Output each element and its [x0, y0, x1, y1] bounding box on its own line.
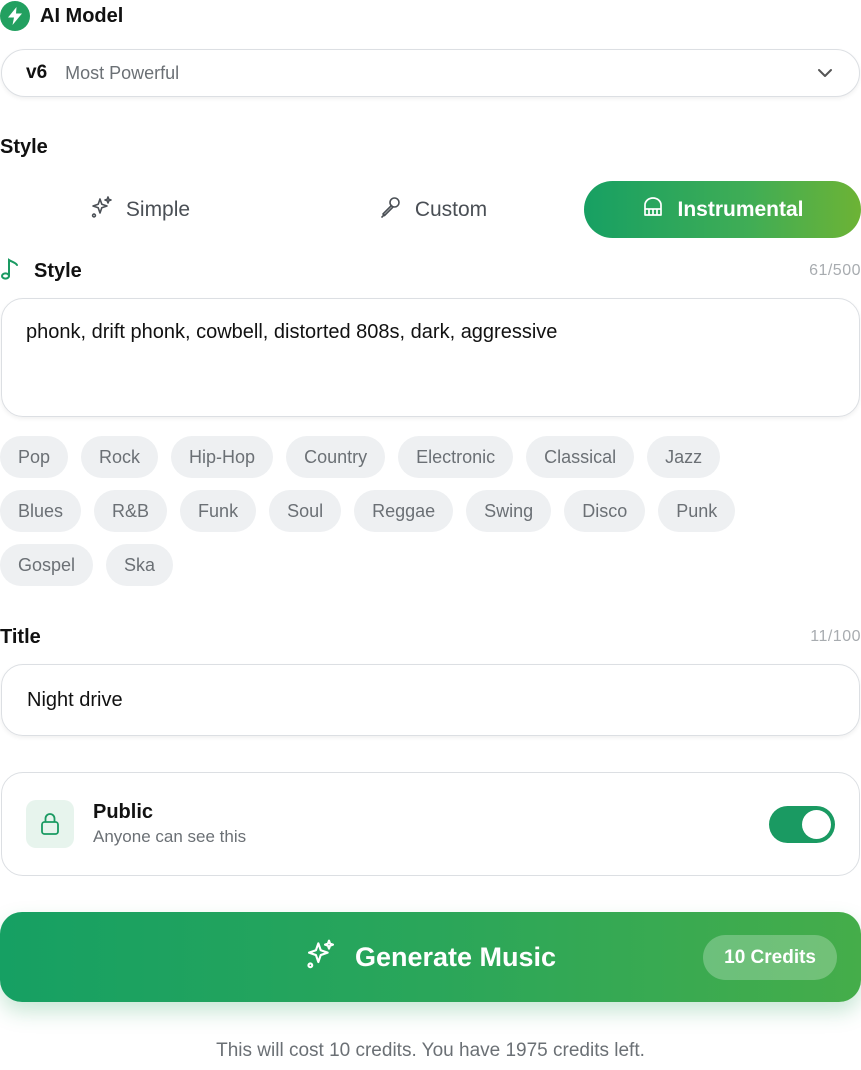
genre-row-1: Pop Rock Hip-Hop Country Electronic Clas… — [0, 436, 721, 478]
genre-chip[interactable]: Jazz — [647, 436, 721, 478]
ai-model-header: AI Model — [0, 1, 124, 31]
generate-music-button[interactable]: Generate Music 10 Credits — [0, 912, 861, 1002]
tab-instrumental[interactable]: Instrumental — [584, 181, 861, 238]
genre-chip[interactable]: Reggae — [354, 490, 454, 532]
style-field-label: Style — [34, 259, 82, 282]
tab-custom-label: Custom — [414, 197, 488, 221]
style-textarea[interactable]: phonk, drift phonk, cowbell, distorted 8… — [1, 298, 860, 417]
genre-chip[interactable]: Rock — [81, 436, 159, 478]
style-char-counter: 61/500 — [809, 262, 861, 279]
genre-row-2: Blues R&B Funk Soul Reggae Swing Disco P… — [0, 490, 736, 532]
genre-chip[interactable]: Classical — [526, 436, 635, 478]
tab-simple[interactable]: Simple — [0, 181, 280, 238]
model-description: Most Powerful — [65, 62, 180, 83]
title-input-value: Night drive — [27, 688, 123, 711]
genre-chip[interactable]: Disco — [564, 490, 646, 532]
genre-chip[interactable]: Country — [286, 436, 386, 478]
title-char-counter: 11/100 — [810, 628, 861, 645]
genre-chip[interactable]: Soul — [269, 490, 342, 532]
model-version: v6 — [26, 62, 48, 83]
title-field-label: Title — [0, 625, 41, 648]
genre-chip[interactable]: Ska — [106, 544, 174, 586]
visibility-subtitle: Anyone can see this — [93, 827, 247, 846]
genre-chip[interactable]: Hip-Hop — [171, 436, 274, 478]
generate-music-label: Generate Music — [354, 941, 557, 972]
tab-simple-label: Simple — [125, 197, 191, 221]
genre-chip[interactable]: Blues — [0, 490, 82, 532]
tab-instrumental-label: Instrumental — [677, 197, 804, 221]
title-input[interactable]: Night drive — [1, 664, 860, 736]
credits-footnote: This will cost 10 credits. You have 1975… — [216, 1040, 645, 1061]
toggle-knob — [802, 810, 831, 839]
lock-icon — [26, 800, 74, 848]
visibility-card: Public Anyone can see this — [1, 772, 860, 876]
public-toggle[interactable] — [769, 806, 835, 843]
sparkles-icon — [305, 938, 337, 977]
visibility-title: Public — [93, 801, 154, 823]
style-field-header: Style 61/500 — [0, 257, 861, 285]
genre-chip[interactable]: R&B — [94, 490, 168, 532]
tab-custom[interactable]: Custom — [292, 181, 574, 238]
music-note-icon — [0, 257, 20, 286]
model-select[interactable]: v6 Most Powerful — [1, 49, 860, 97]
chevron-down-icon — [817, 65, 833, 86]
genre-chip[interactable]: Electronic — [398, 436, 514, 478]
pen-icon — [379, 195, 403, 225]
style-section-label: Style — [0, 136, 48, 158]
genre-chip[interactable]: Swing — [466, 490, 552, 532]
visibility-text: Public Anyone can see this — [93, 801, 246, 847]
genre-row-3: Gospel Ska — [0, 544, 174, 586]
ai-model-label: AI Model — [40, 4, 124, 27]
genre-chip[interactable]: Punk — [658, 490, 736, 532]
sparkles-icon — [90, 195, 114, 225]
genre-chip[interactable]: Pop — [0, 436, 69, 478]
bolt-icon — [0, 1, 30, 31]
piano-icon — [641, 195, 665, 225]
style-textarea-value: phonk, drift phonk, cowbell, distorted 8… — [26, 321, 558, 343]
genre-chip[interactable]: Funk — [180, 490, 257, 532]
genre-chip[interactable]: Gospel — [0, 544, 94, 586]
title-field-header: Title 11/100 — [0, 624, 861, 650]
credits-badge: 10 Credits — [703, 935, 837, 980]
